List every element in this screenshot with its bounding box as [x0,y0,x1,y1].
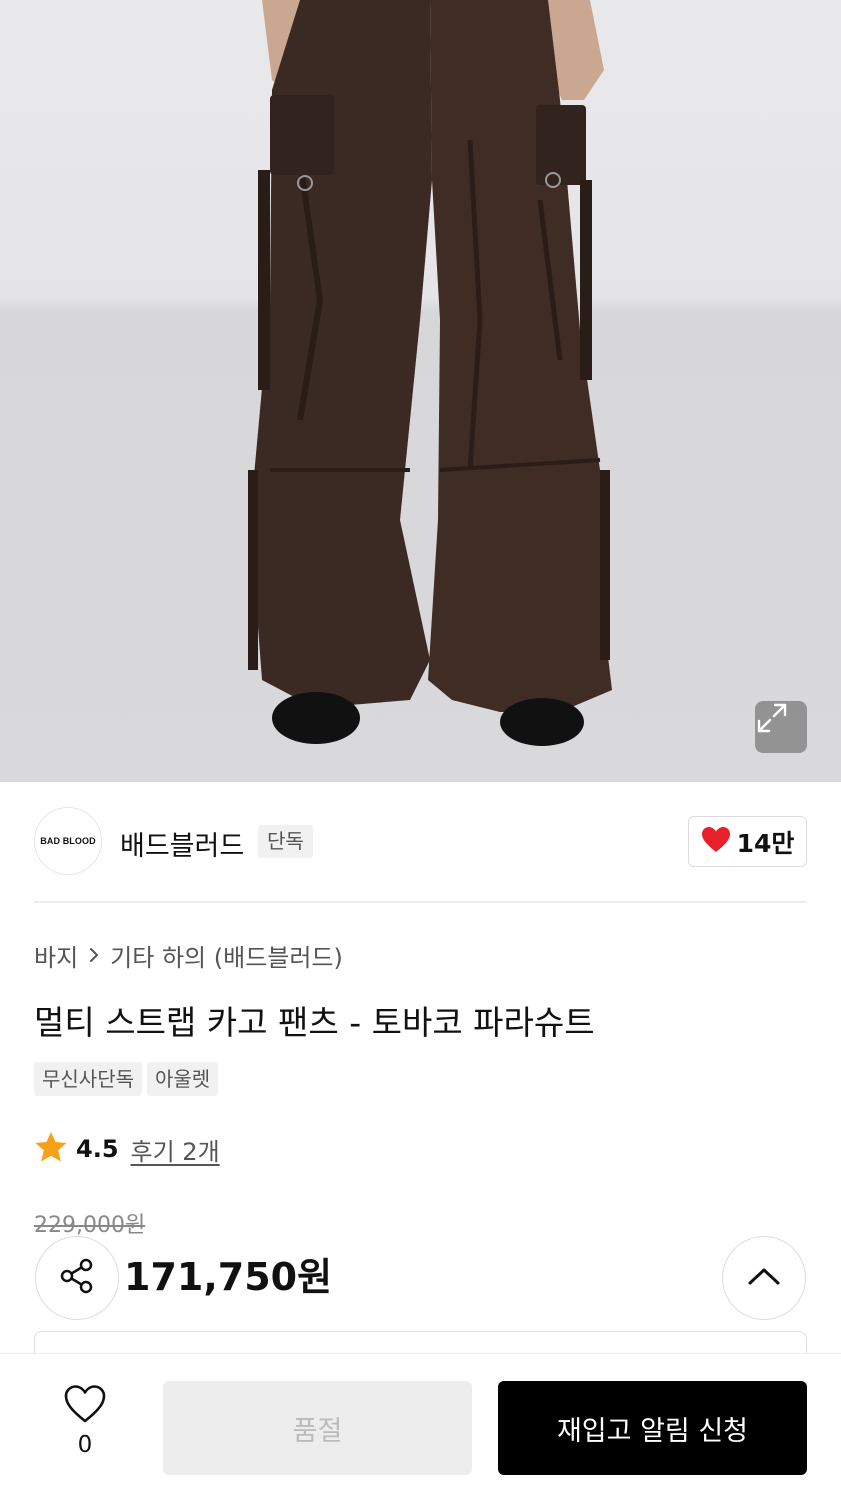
divider [34,901,807,903]
breadcrumb-item-pants[interactable]: 바지 [34,938,78,973]
breadcrumb: 바지 기타 하의 (배드블러드) [34,938,343,973]
review-link[interactable]: 후기 2개 [131,1132,220,1167]
wishlist-count: 0 [77,1432,93,1458]
chevron-right-icon [88,942,100,970]
wishlist-button[interactable]: 0 [60,1384,110,1458]
brand-logo[interactable]: BAD BLOOD [34,807,102,875]
scroll-top-button[interactable] [722,1236,806,1320]
brand-exclusive-badge: 단독 [258,825,313,858]
brand-like-count: 14만 [736,828,795,858]
product-image [0,0,841,782]
rating: 4.5 후기 2개 [34,1131,220,1167]
sale-price: 171,750원 [124,1255,333,1299]
brand-name[interactable]: 배드블러드 [120,824,244,863]
star-icon [34,1131,68,1167]
heart-filled-icon [701,826,731,857]
breadcrumb-item-other-bottoms[interactable]: 기타 하의 (배드블러드) [110,938,343,973]
product-title: 멀티 스트랩 카고 팬츠 - 토바코 파라슈트 [34,1003,595,1042]
bottom-action-bar: 0 품절 재입고 알림 신청 [0,1353,841,1500]
sold-out-button: 품절 [163,1381,472,1475]
heart-outline-icon [63,1384,107,1428]
expand-image-button[interactable] [755,701,807,753]
chevron-up-icon [747,1266,781,1290]
product-photo [248,0,612,746]
badge-musinsa-exclusive: 무신사단독 [34,1062,142,1096]
badge-outlet: 아울렛 [147,1062,219,1096]
product-badges: 무신사단독 아울렛 [34,1062,219,1096]
restock-alert-button[interactable]: 재입고 알림 신청 [498,1381,807,1475]
brand-row: BAD BLOOD 배드블러드 단독 14만 [34,807,807,877]
share-button[interactable] [35,1236,119,1320]
original-price: 229,000원 [34,1213,146,1238]
brand-logo-text: BAD BLOOD [40,836,96,846]
brand-like-button[interactable]: 14만 [688,816,807,867]
share-icon [57,1256,97,1300]
rating-score: 4.5 [76,1135,119,1163]
